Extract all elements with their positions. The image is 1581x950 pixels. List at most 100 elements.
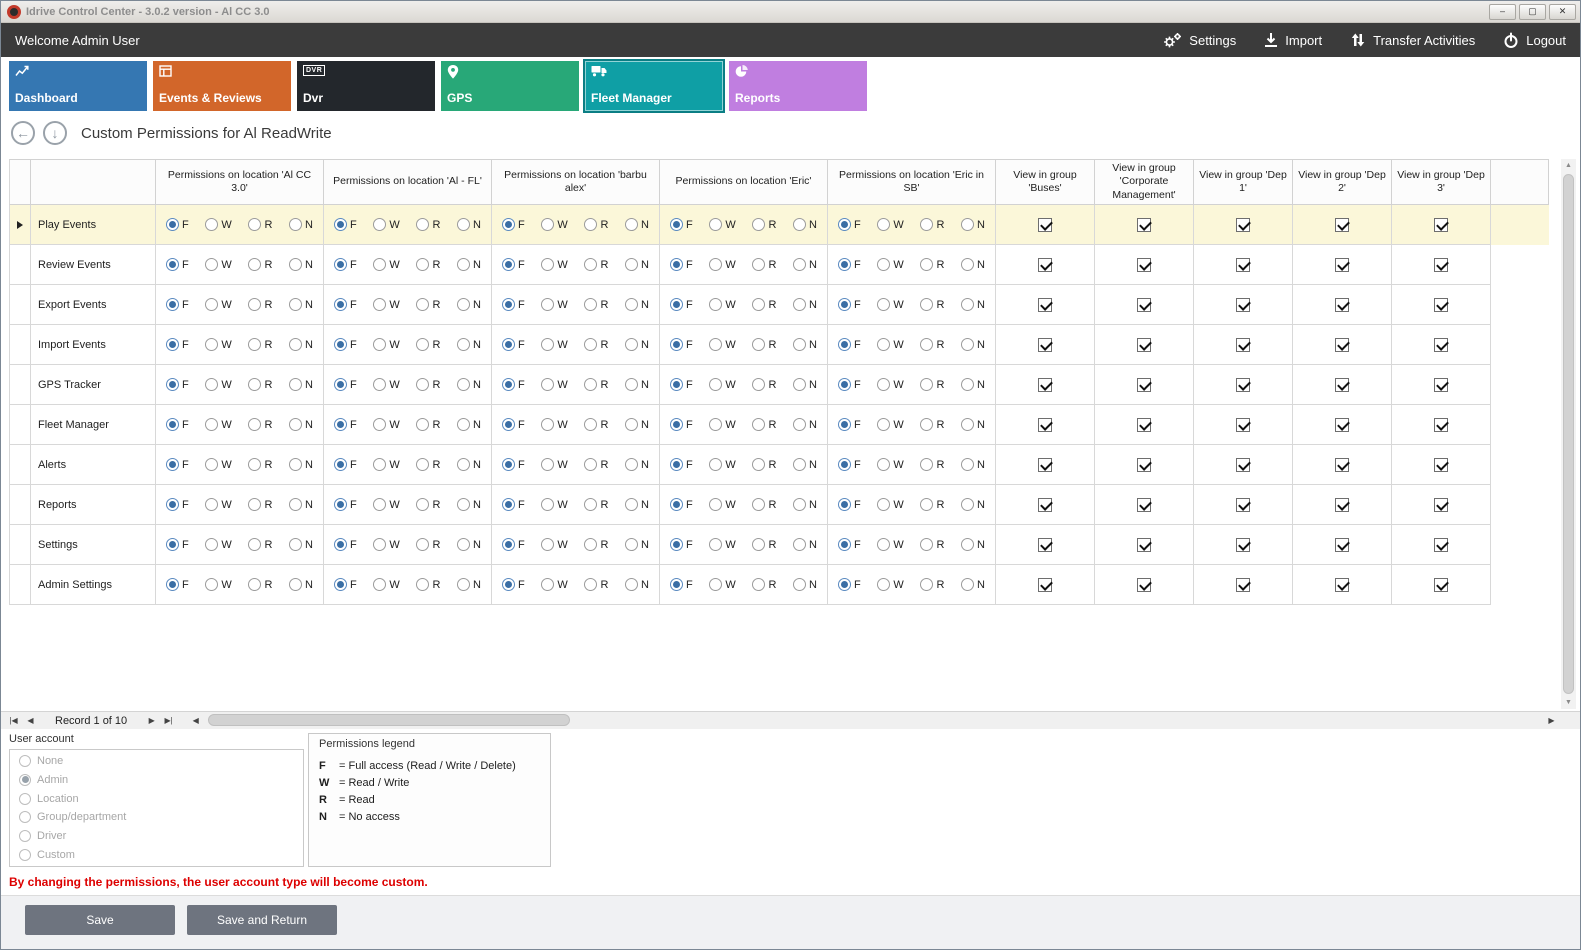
radio-option-n[interactable]: N xyxy=(961,298,985,311)
group-checkbox[interactable] xyxy=(1236,538,1250,552)
radio-option-f[interactable]: F xyxy=(670,218,693,231)
radio-option-n[interactable]: N xyxy=(961,458,985,471)
group-checkbox[interactable] xyxy=(1335,338,1349,352)
radio-option-w[interactable]: W xyxy=(877,498,903,511)
radio-option-r[interactable]: R xyxy=(920,378,944,391)
radio-option-r[interactable]: R xyxy=(416,258,440,271)
radio-option-w[interactable]: W xyxy=(205,218,231,231)
radio-option-w[interactable]: W xyxy=(205,298,231,311)
radio-option-r[interactable]: R xyxy=(416,458,440,471)
radio-option-r[interactable]: R xyxy=(248,338,272,351)
radio-option-n[interactable]: N xyxy=(625,338,649,351)
radio-option-w[interactable]: W xyxy=(877,338,903,351)
radio-option-w[interactable]: W xyxy=(373,218,399,231)
radio-option-w[interactable]: W xyxy=(541,378,567,391)
radio-option-w[interactable]: W xyxy=(205,338,231,351)
radio-option-r[interactable]: R xyxy=(248,418,272,431)
radio-option-n[interactable]: N xyxy=(457,378,481,391)
radio-option-r[interactable]: R xyxy=(584,258,608,271)
radio-option-r[interactable]: R xyxy=(920,338,944,351)
group-checkbox[interactable] xyxy=(1335,458,1349,472)
radio-option-r[interactable]: R xyxy=(920,258,944,271)
scroll-down-icon[interactable]: ▼ xyxy=(1561,696,1576,709)
back-button[interactable]: ← xyxy=(11,121,35,145)
radio-option-w[interactable]: W xyxy=(709,538,735,551)
group-checkbox[interactable] xyxy=(1137,258,1151,272)
radio-option-r[interactable]: R xyxy=(584,298,608,311)
radio-option-w[interactable]: W xyxy=(205,458,231,471)
radio-option-n[interactable]: N xyxy=(793,378,817,391)
group-checkbox[interactable] xyxy=(1038,218,1052,232)
radio-option-r[interactable]: R xyxy=(752,538,776,551)
group-checkbox[interactable] xyxy=(1236,458,1250,472)
minimize-button[interactable]: – xyxy=(1489,4,1516,20)
radio-option-r[interactable]: R xyxy=(752,498,776,511)
scroll-right-icon[interactable]: ▶ xyxy=(1543,713,1560,728)
radio-option-w[interactable]: W xyxy=(373,298,399,311)
radio-option-f[interactable]: F xyxy=(502,338,525,351)
radio-option-w[interactable]: W xyxy=(709,258,735,271)
radio-option-n[interactable]: N xyxy=(961,498,985,511)
settings-action[interactable]: Settings xyxy=(1162,32,1236,49)
radio-option-f[interactable]: F xyxy=(838,378,861,391)
radio-option-f[interactable]: F xyxy=(670,258,693,271)
group-checkbox[interactable] xyxy=(1335,538,1349,552)
radio-option-r[interactable]: R xyxy=(584,458,608,471)
radio-option-w[interactable]: W xyxy=(709,578,735,591)
scroll-up-icon[interactable]: ▲ xyxy=(1561,159,1576,172)
save-and-return-button[interactable]: Save and Return xyxy=(187,905,337,935)
group-checkbox[interactable] xyxy=(1038,458,1052,472)
user-account-option-group-department[interactable]: Group/department xyxy=(19,811,294,823)
radio-option-n[interactable]: N xyxy=(457,538,481,551)
radio-option-w[interactable]: W xyxy=(709,378,735,391)
radio-option-f[interactable]: F xyxy=(670,418,693,431)
radio-option-f[interactable]: F xyxy=(166,538,189,551)
group-checkbox[interactable] xyxy=(1335,258,1349,272)
radio-option-f[interactable]: F xyxy=(838,418,861,431)
radio-option-w[interactable]: W xyxy=(205,418,231,431)
user-account-option-none[interactable]: None xyxy=(19,755,294,767)
radio-option-r[interactable]: R xyxy=(416,298,440,311)
radio-option-f[interactable]: F xyxy=(670,378,693,391)
radio-option-r[interactable]: R xyxy=(248,538,272,551)
radio-option-f[interactable]: F xyxy=(838,218,861,231)
radio-option-r[interactable]: R xyxy=(416,418,440,431)
radio-option-r[interactable]: R xyxy=(752,298,776,311)
scroll-left-icon[interactable]: ◀ xyxy=(187,713,204,728)
radio-option-f[interactable]: F xyxy=(166,338,189,351)
logout-action[interactable]: Logout xyxy=(1503,32,1566,49)
group-checkbox[interactable] xyxy=(1236,498,1250,512)
h-scroll-track[interactable] xyxy=(204,714,1543,727)
group-checkbox[interactable] xyxy=(1434,258,1448,272)
radio-option-f[interactable]: F xyxy=(670,578,693,591)
radio-option-n[interactable]: N xyxy=(289,578,313,591)
radio-option-w[interactable]: W xyxy=(205,258,231,271)
group-checkbox[interactable] xyxy=(1137,538,1151,552)
radio-option-n[interactable]: N xyxy=(289,458,313,471)
group-checkbox[interactable] xyxy=(1038,258,1052,272)
radio-option-r[interactable]: R xyxy=(248,458,272,471)
group-checkbox[interactable] xyxy=(1137,378,1151,392)
radio-option-n[interactable]: N xyxy=(793,578,817,591)
user-account-option-driver[interactable]: Driver xyxy=(19,830,294,842)
radio-option-n[interactable]: N xyxy=(289,218,313,231)
radio-option-n[interactable]: N xyxy=(457,498,481,511)
radio-option-n[interactable]: N xyxy=(793,418,817,431)
radio-option-w[interactable]: W xyxy=(373,538,399,551)
v-scroll-track[interactable] xyxy=(1561,172,1576,696)
radio-option-n[interactable]: N xyxy=(625,498,649,511)
radio-option-w[interactable]: W xyxy=(373,458,399,471)
radio-option-n[interactable]: N xyxy=(625,258,649,271)
radio-option-f[interactable]: F xyxy=(670,298,693,311)
radio-option-n[interactable]: N xyxy=(961,418,985,431)
radio-option-r[interactable]: R xyxy=(416,378,440,391)
group-checkbox[interactable] xyxy=(1236,258,1250,272)
radio-option-w[interactable]: W xyxy=(205,378,231,391)
radio-option-w[interactable]: W xyxy=(709,298,735,311)
group-checkbox[interactable] xyxy=(1236,418,1250,432)
radio-option-n[interactable]: N xyxy=(961,338,985,351)
radio-option-n[interactable]: N xyxy=(961,538,985,551)
user-account-option-location[interactable]: Location xyxy=(19,793,294,805)
group-checkbox[interactable] xyxy=(1137,458,1151,472)
group-checkbox[interactable] xyxy=(1038,298,1052,312)
